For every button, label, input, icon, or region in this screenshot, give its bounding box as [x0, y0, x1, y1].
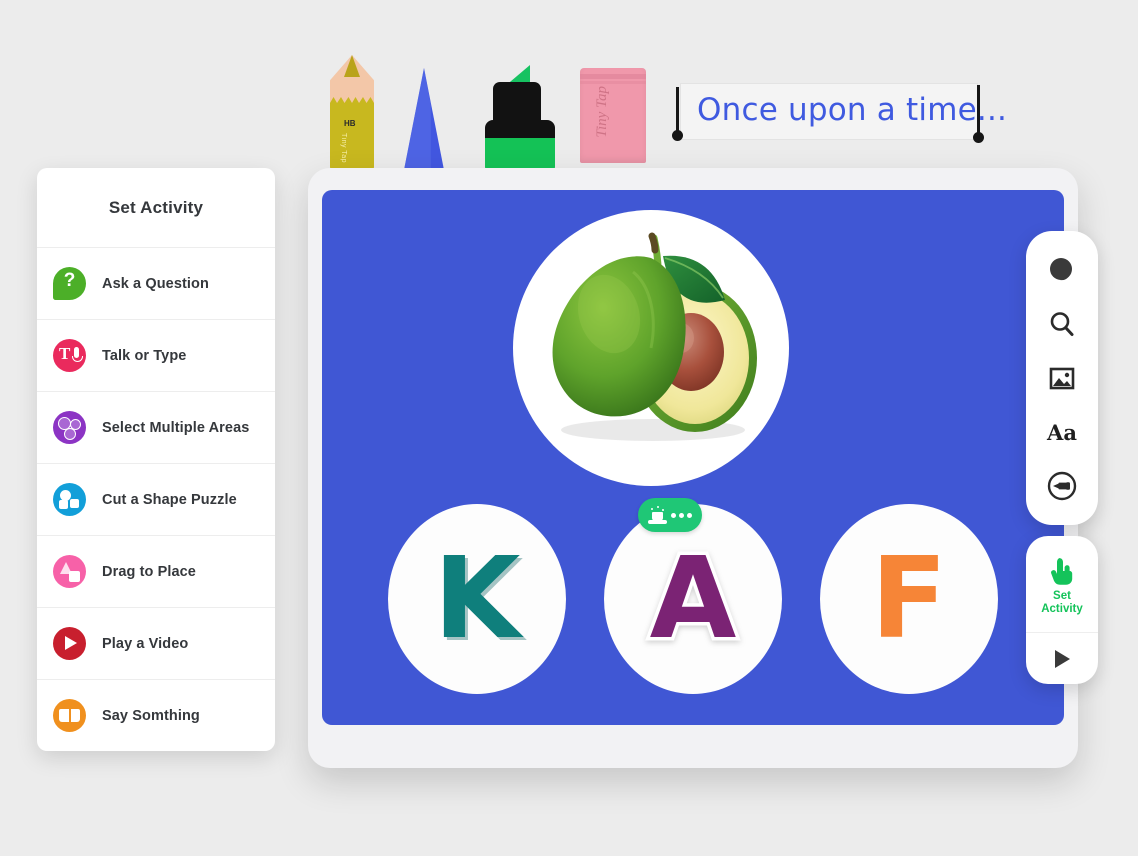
shape-fill-icon [1050, 258, 1072, 281]
canvas-tools-toolbar: Aa [1026, 231, 1098, 525]
avocado-photo [552, 232, 757, 441]
activity-canvas[interactable]: K A F [322, 190, 1064, 725]
avocado-image-circle[interactable] [513, 210, 789, 486]
sidebar-item-label: Select Multiple Areas [102, 419, 250, 436]
search-button[interactable] [1039, 303, 1085, 345]
set-activity-panel: Set Activity [1026, 536, 1098, 684]
pencil-tool[interactable]: HB Tiny Tap [330, 55, 374, 170]
text-input-field[interactable]: Once upon a time... [680, 83, 1007, 140]
eraser-band-secondary [580, 81, 646, 84]
magic-hat-icon [648, 505, 667, 524]
question-bubble-icon [53, 267, 86, 300]
tablet-frame: K A F [308, 168, 1078, 768]
green-highlighter-tool[interactable] [485, 65, 555, 170]
text-button[interactable]: Aa [1039, 411, 1085, 453]
sidebar-item-drag-to-place[interactable]: Drag to Place [37, 535, 275, 607]
play-triangle-icon [1055, 650, 1070, 668]
microphone-text-icon [53, 339, 86, 372]
sidebar-item-play-a-video[interactable]: Play a Video [37, 607, 275, 679]
text-selection-handle-right[interactable] [973, 85, 984, 143]
image-icon [1049, 367, 1075, 390]
sidebar-item-label: Drag to Place [102, 563, 196, 580]
sidebar-item-talk-or-type[interactable]: Talk or Type [37, 319, 275, 391]
drag-shapes-icon [53, 555, 86, 588]
pen-circle-icon [1047, 471, 1077, 501]
sidebar-item-label: Play a Video [102, 635, 189, 652]
sidebar-item-label: Ask a Question [102, 275, 209, 292]
highlighter-barrel [485, 138, 555, 170]
eraser-tool[interactable]: Tiny Tap [580, 68, 646, 163]
badge-dots-icon [671, 512, 692, 518]
pen-button[interactable] [1039, 465, 1085, 507]
multi-select-icon [53, 411, 86, 444]
eraser-brand-label: Tiny Tap [594, 86, 610, 138]
letter-choice-f[interactable]: F [820, 504, 998, 694]
image-button[interactable] [1039, 357, 1085, 399]
eraser-band [580, 74, 646, 79]
shapes-puzzle-icon [53, 483, 86, 516]
sidebar-item-select-multiple-areas[interactable]: Select Multiple Areas [37, 391, 275, 463]
text-selection-handle-left[interactable] [672, 87, 683, 141]
search-icon [1050, 312, 1074, 336]
letter-glyph: F [870, 534, 948, 664]
letter-choices-row: K A F [322, 498, 1064, 704]
blue-marker-tool[interactable] [404, 68, 444, 170]
pencil-hardness-label: HB [344, 119, 356, 128]
sidebar-title: Set Activity [108, 197, 204, 217]
set-activity-label: Set Activity [1041, 590, 1083, 615]
sidebar-item-say-somthing[interactable]: Say Somthing [37, 679, 275, 751]
text-input-value: Once upon a time... [697, 92, 1008, 128]
letter-glyph: A [646, 534, 740, 664]
text-entry-tool[interactable]: Once upon a time... [672, 83, 1007, 143]
play-button[interactable] [1026, 632, 1098, 684]
sidebar-item-label: Say Somthing [102, 707, 200, 724]
pencil-body: HB Tiny Tap [330, 103, 374, 170]
play-circle-icon [53, 627, 86, 660]
letter-glyph: K [433, 534, 521, 664]
sidebar-item-ask-a-question[interactable]: Ask a Question [37, 247, 275, 319]
open-book-icon [53, 699, 86, 732]
magic-hat-badge[interactable] [638, 498, 702, 532]
shape-fill-button[interactable] [1039, 249, 1085, 291]
pointing-hand-icon [1051, 557, 1073, 585]
set-activity-label-line2: Activity [1041, 602, 1083, 615]
sidebar-item-cut-a-shape-puzzle[interactable]: Cut a Shape Puzzle [37, 463, 275, 535]
letter-choice-k[interactable]: K [388, 504, 566, 694]
set-activity-button[interactable]: Set Activity [1026, 536, 1098, 632]
set-activity-sidebar: Set Activity Ask a Question Talk or Type… [37, 168, 275, 751]
sidebar-item-label: Talk or Type [102, 347, 187, 364]
set-activity-label-line1: Set [1053, 589, 1071, 602]
sidebar-item-label: Cut a Shape Puzzle [102, 491, 237, 508]
letter-choice-a[interactable]: A [604, 498, 782, 694]
text-button-label: Aa [1047, 419, 1077, 445]
pencil-brand-label: Tiny Tap [340, 133, 347, 164]
